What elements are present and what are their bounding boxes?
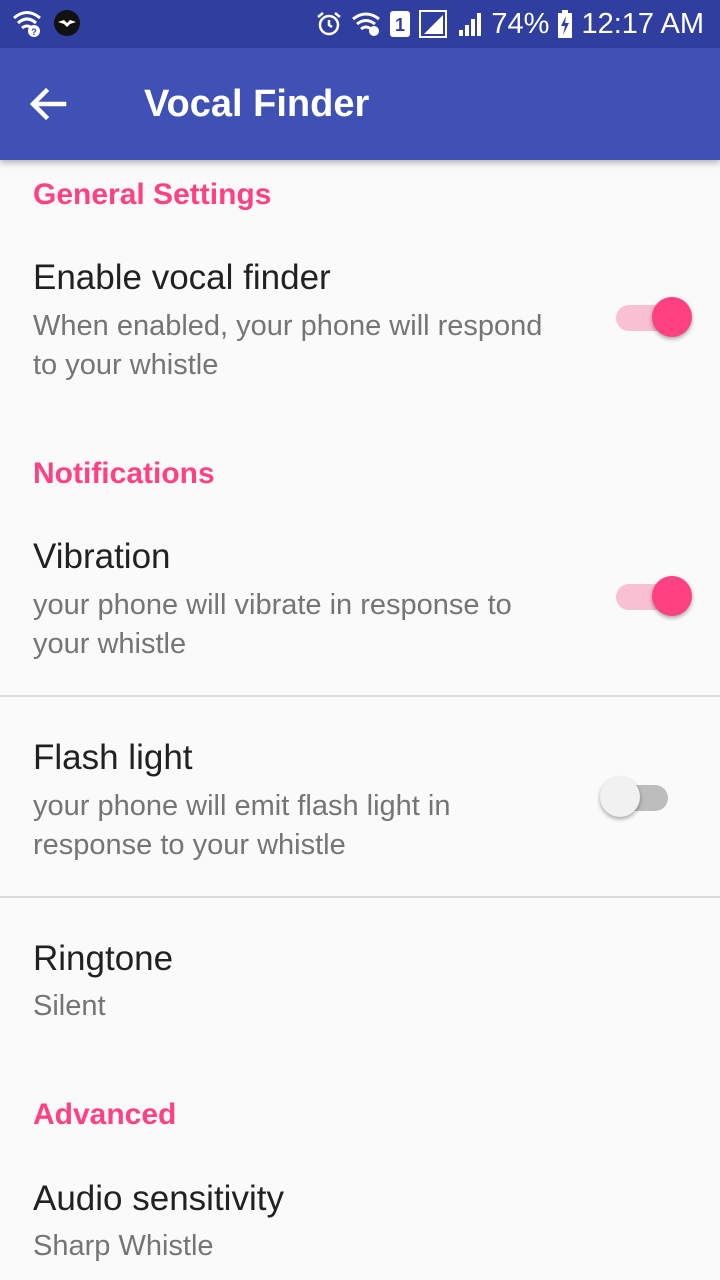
sim-slot-number: 1 [395,15,405,35]
flash-light-switch[interactable] [600,767,684,827]
signal-icon [419,10,449,38]
pref-summary: Silent [33,990,106,1022]
pref-summary: your phone will vibrate in response to y… [33,589,512,660]
alarm-icon [315,10,343,38]
divider [0,695,720,697]
switch-thumb [652,297,692,337]
section-header-general: General Settings [33,178,272,211]
battery-charging-icon [557,9,573,39]
settings-list: General Settings Enable vocal finder Whe… [0,160,720,1280]
arrow-back-icon [29,87,67,121]
wifi-calling-icon [351,11,381,37]
battery-percent: 74% [491,8,550,40]
page-title: Vocal Finder [144,83,370,125]
pref-title: Ringtone [33,939,174,978]
svg-text:?: ? [31,27,37,37]
pref-title: Enable vocal finder [33,258,331,297]
status-bar: ? 1 74% 12:17 AM [0,0,720,48]
pref-title: Vibration [33,537,171,576]
pref-summary: When enabled, your phone will respond to… [33,310,543,381]
wifi-icon: ? [12,9,42,37]
switch-thumb [600,777,640,817]
app-toolbar: Vocal Finder [0,48,720,160]
vibration-switch[interactable] [612,566,696,626]
pref-summary: your phone will emit flash light in resp… [33,790,451,861]
pref-title: Audio sensitivity [33,1179,284,1218]
divider [0,896,720,898]
section-header-advanced: Advanced [33,1098,177,1131]
signal-icon [457,10,483,38]
enable-vocal-finder-switch[interactable] [612,287,696,347]
pref-title: Flash light [33,738,193,777]
pref-summary: Sharp Whistle [33,1230,214,1262]
clock: 12:17 AM [581,8,704,40]
section-header-notifications: Notifications [33,457,215,490]
sim-icon: 1 [389,10,411,38]
back-button[interactable] [20,76,76,132]
app-notification-icon [52,8,82,38]
switch-thumb [652,576,692,616]
